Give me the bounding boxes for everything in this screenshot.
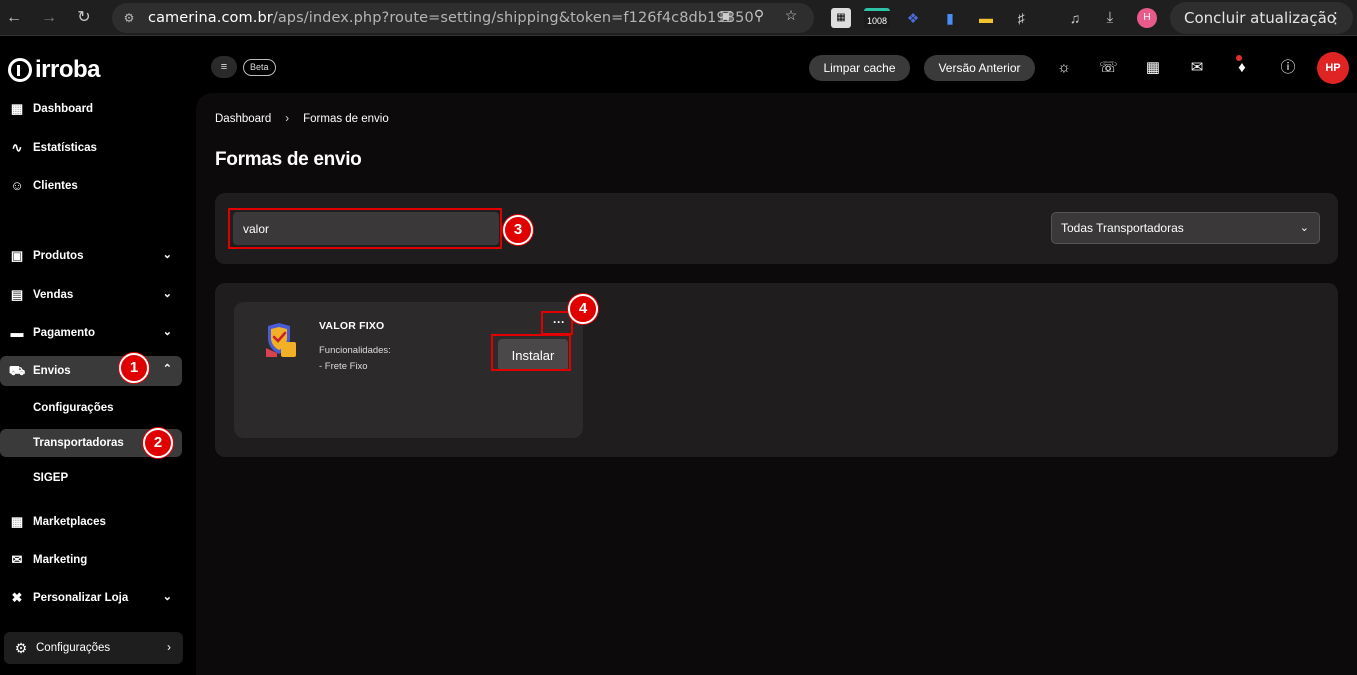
forward-icon[interactable]: → (37, 6, 61, 30)
irroba-logo[interactable]: irroba (8, 56, 101, 83)
browser-profile-avatar[interactable]: H (1137, 8, 1157, 28)
clear-cache-button[interactable]: Limpar cache (809, 55, 910, 81)
sidebar-subitem-sigep[interactable]: SIGEP (0, 464, 182, 492)
wallet-extension-icon[interactable]: ▬ (976, 8, 996, 28)
step-marker-1: 1 (119, 353, 149, 383)
theme-sun-icon[interactable]: ☼ (1055, 59, 1073, 77)
results-panel: VALOR FIXO Funcionalidades: - Frete Fixo… (215, 283, 1338, 457)
sidebar-settings-button[interactable]: ⚙ Configurações › (4, 632, 183, 664)
breadcrumb-current: Formas de envio (303, 113, 389, 125)
sidebar-item-dashboard[interactable]: ▦ Dashboard (0, 94, 182, 124)
bell-icon[interactable]: ♦ (1233, 59, 1251, 77)
step-marker-4: 4 (568, 294, 598, 324)
sidebar-item-envios[interactable]: ⛟ Envios ⌃ (0, 356, 182, 386)
help-icon[interactable]: ⓘ (1279, 59, 1297, 77)
card-features-label: Funcionalidades: (319, 345, 391, 356)
diamond-extension-icon[interactable]: ❖ (903, 8, 923, 28)
step-marker-3: 3 (503, 215, 533, 245)
previous-version-button[interactable]: Versão Anterior (924, 55, 1035, 81)
mail-icon[interactable]: ✉ (1188, 59, 1206, 77)
shopping-bag-icon: ▤ (10, 287, 24, 302)
chevron-down-icon: ⌄ (162, 249, 172, 261)
media-control-icon[interactable]: ♫ (1065, 8, 1085, 28)
carrier-select[interactable]: Todas Transportadoras ⌄ (1051, 212, 1320, 244)
gear-icon: ⚙ (14, 639, 28, 656)
notification-dot (1236, 55, 1242, 61)
chevron-down-icon: ⌄ (162, 288, 172, 300)
url-text: camerina.com.br/aps/index.php?route=sett… (148, 10, 754, 26)
main-content: Dashboard › Formas de envio Formas de en… (196, 93, 1357, 675)
chevron-down-icon: ⌄ (162, 591, 172, 603)
chevron-right-icon: › (167, 640, 171, 654)
sidebar-item-produtos[interactable]: ▣ Produtos ⌄ (0, 241, 182, 271)
beta-badge: Beta (243, 59, 276, 76)
sidebar-item-vendas[interactable]: ▤ Vendas ⌄ (0, 280, 182, 310)
whatsapp-icon[interactable]: ☏ (1099, 59, 1118, 77)
users-icon: ☺ (10, 178, 24, 193)
page-title: Formas de envio (215, 149, 362, 170)
step-marker-2: 2 (143, 428, 173, 458)
browser-menu-icon[interactable]: ⋮ (1328, 2, 1343, 34)
sidebar: irroba ▦ Dashboard ∿ Estatísticas ☺ Clie… (0, 37, 196, 675)
docs-extension-icon[interactable]: ▮ (940, 8, 960, 28)
dashboard-grid-icon: ▦ (10, 101, 24, 116)
store-icon: ▦ (10, 514, 24, 529)
back-icon[interactable]: ← (2, 6, 26, 30)
breadcrumb-separator-icon: › (285, 113, 290, 125)
logo-mark-icon (8, 58, 32, 82)
sidebar-item-pagamento[interactable]: ▬ Pagamento ⌄ (0, 318, 182, 348)
card-title: VALOR FIXO (319, 320, 385, 332)
calendar-icon[interactable]: ▦ (1144, 59, 1162, 77)
counter-extension-icon[interactable]: 1008 (864, 8, 890, 28)
sidebar-item-estatisticas[interactable]: ∿ Estatísticas (0, 133, 182, 163)
chevron-down-icon: ⌄ (1299, 222, 1309, 234)
site-settings-icon[interactable]: ⚙ (120, 9, 138, 27)
card-feature-item: - Frete Fixo (319, 361, 368, 372)
install-app-icon[interactable]: ▣ (717, 6, 735, 24)
chevron-up-icon: ⌃ (162, 363, 172, 375)
chart-line-icon: ∿ (11, 140, 23, 155)
extensions-puzzle-icon[interactable]: ♯ (1011, 8, 1031, 28)
sidebar-item-personalizar-loja[interactable]: ✖ Personalizar Loja ⌄ (0, 583, 182, 613)
box-icon: ▣ (10, 248, 24, 263)
highlight-search-box (228, 208, 502, 249)
reload-icon[interactable]: ↻ (72, 6, 96, 30)
address-bar[interactable]: ⚙ camerina.com.br/aps/index.php?route=se… (112, 3, 814, 33)
browser-toolbar: ← → ↻ ⚙ camerina.com.br/aps/index.php?ro… (0, 0, 1357, 36)
megaphone-icon: ✉ (11, 552, 23, 567)
chevron-down-icon: ⌄ (162, 326, 172, 338)
download-icon[interactable]: ⤓ (1100, 8, 1120, 28)
zoom-icon[interactable]: ⚲ (750, 6, 768, 24)
collapse-sidebar-button[interactable]: ≡ (211, 56, 237, 78)
sidebar-item-clientes[interactable]: ☺ Clientes (0, 171, 182, 201)
highlight-install-button (491, 334, 571, 371)
shield-box-icon (266, 323, 296, 357)
qr-extension-icon[interactable]: ▦ (831, 8, 851, 28)
truck-icon: ⛟ (8, 363, 26, 378)
sidebar-item-marketplaces[interactable]: ▦ Marketplaces (0, 507, 182, 537)
bookmark-star-icon[interactable]: ☆ (782, 6, 800, 24)
sidebar-item-marketing[interactable]: ✉ Marketing (0, 545, 182, 575)
breadcrumb: Dashboard › Formas de envio (215, 113, 389, 125)
breadcrumb-dashboard-link[interactable]: Dashboard (215, 113, 271, 125)
tools-icon: ✖ (11, 590, 23, 605)
credit-card-icon: ▬ (10, 325, 24, 340)
sidebar-subitem-configuracoes[interactable]: Configurações (0, 394, 182, 422)
update-browser-button[interactable]: Concluir atualização ⋮ (1170, 2, 1353, 34)
user-avatar[interactable]: HP (1317, 52, 1349, 84)
